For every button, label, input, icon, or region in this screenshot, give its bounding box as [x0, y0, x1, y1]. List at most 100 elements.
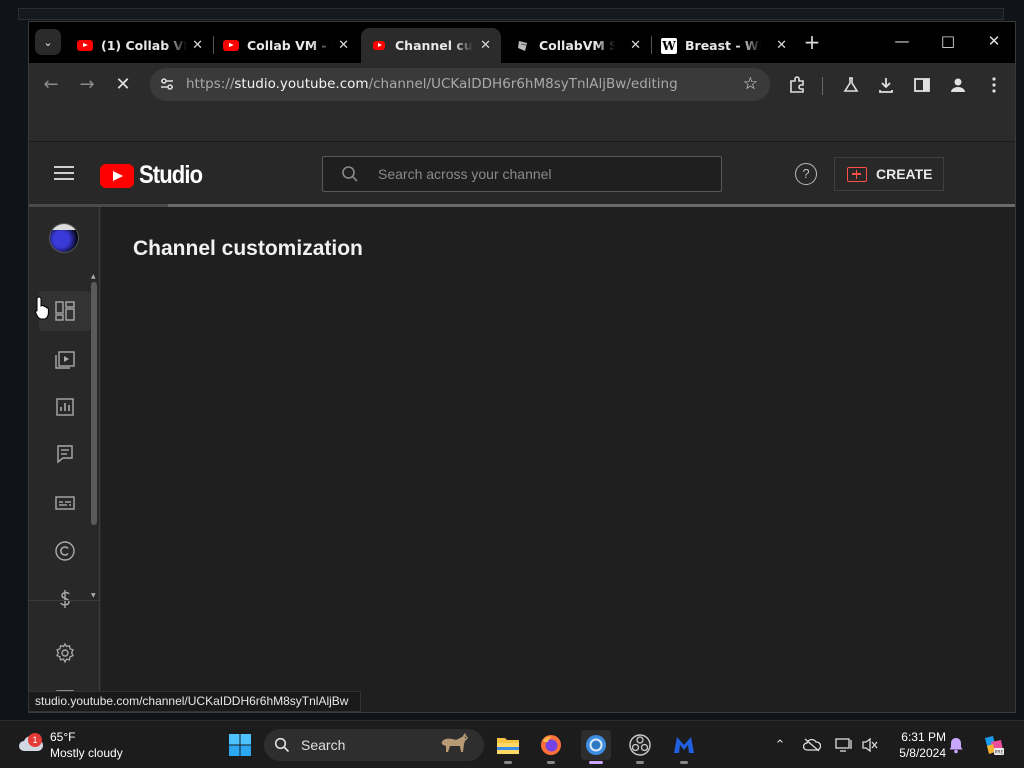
weather-condition: Mostly cloudy — [50, 746, 123, 760]
search-input[interactable] — [378, 163, 708, 185]
folder-icon — [497, 738, 519, 754]
sidebar-scroll-up[interactable]: ▲ — [91, 273, 96, 280]
create-button[interactable]: CREATE — [834, 157, 944, 191]
system-clock[interactable]: 6:31 PM 5/8/2024 — [884, 729, 946, 761]
taskbar-obs[interactable] — [625, 730, 655, 764]
tab-collab-vm-youtube[interactable]: Collab VM - YouTube ✕ — [213, 28, 359, 63]
sidebar-item-copyright[interactable] — [39, 531, 91, 571]
stop-icon: ✕ — [115, 74, 131, 95]
sidebar-item-settings[interactable] — [39, 633, 91, 673]
windows-taskbar: 1 65°F Mostly cloudy Search ⌃ 6:31 PM 5/… — [0, 720, 1024, 768]
toolbar-divider — [822, 77, 823, 95]
tab-wikipedia[interactable]: W Breast - Wikipedia ✕ — [651, 28, 797, 63]
wikipedia-icon: W — [661, 37, 677, 54]
bookmark-star-icon[interactable]: ☆ — [743, 74, 758, 94]
hand-cursor-icon — [35, 296, 49, 320]
tab-channel-customization[interactable]: Channel customization ✕ — [361, 28, 501, 63]
close-window-button[interactable]: ✕ — [979, 32, 1009, 52]
browser-toolbar: ← → ✕ https://studio.youtube.com/channel… — [29, 63, 1015, 106]
channel-avatar[interactable] — [49, 223, 79, 253]
close-icon[interactable]: ✕ — [192, 38, 203, 53]
comments-icon — [57, 445, 73, 464]
obs-icon — [629, 734, 651, 756]
studio-header: Studio ? CREATE — [29, 142, 1015, 204]
channel-search-box[interactable] — [322, 156, 722, 192]
weather-alert-badge: 1 — [28, 733, 42, 747]
sidebar-item-earn[interactable] — [39, 579, 91, 619]
clock-date: 5/8/2024 — [899, 746, 946, 760]
volume-muted-icon[interactable] — [860, 735, 880, 755]
help-icon[interactable]: ? — [795, 163, 817, 185]
onedrive-offline-icon[interactable] — [802, 735, 822, 755]
earn-icon — [60, 590, 70, 608]
settings-icon — [56, 642, 74, 664]
minimize-button[interactable]: — — [887, 32, 917, 52]
stop-button[interactable]: ✕ — [112, 74, 134, 96]
hamburger-menu-icon[interactable] — [54, 166, 74, 180]
page-title: Channel customization — [133, 237, 363, 260]
url-text: https://studio.youtube.com/channel/UCKaI… — [186, 76, 678, 92]
notification-bell-icon[interactable] — [946, 735, 966, 755]
link-status-tooltip: studio.youtube.com/channel/UCKaIDDH6r6hM… — [28, 691, 362, 712]
youtube-icon — [223, 38, 239, 54]
sidebar-item-analytics[interactable] — [39, 387, 91, 427]
forward-button[interactable]: → — [76, 74, 98, 96]
copyright-icon — [55, 541, 75, 561]
close-icon[interactable]: ✕ — [776, 38, 787, 53]
close-icon: ✕ — [987, 32, 1001, 50]
windows-start-icon[interactable] — [228, 733, 252, 757]
tray-overflow-chevron-up-icon[interactable]: ⌃ — [770, 735, 790, 755]
dashboard-icon — [55, 301, 75, 321]
taskbar-search[interactable]: Search — [264, 729, 484, 761]
menu-kebab-icon[interactable] — [983, 74, 1005, 96]
sidebar-item-comments[interactable] — [39, 434, 91, 474]
site-settings-icon[interactable] — [159, 76, 175, 92]
download-icon[interactable] — [875, 74, 897, 96]
sidebar-scroll-down[interactable]: ▼ — [91, 592, 96, 599]
profile-icon[interactable] — [947, 74, 969, 96]
subtitles-icon — [55, 496, 75, 510]
network-display-icon[interactable] — [834, 735, 854, 755]
weather-temperature: 65°F — [50, 730, 76, 744]
weather-widget[interactable]: 1 65°F Mostly cloudy — [16, 730, 216, 760]
maximize-button[interactable]: □ — [933, 32, 963, 52]
collabvm-icon — [515, 38, 531, 54]
tab-collabvm-search[interactable]: CollabVM Search ✕ — [505, 28, 651, 63]
taskbar-chrome[interactable] — [581, 730, 611, 764]
studio-logo[interactable]: Studio — [100, 161, 211, 190]
taskbar-firefox[interactable] — [536, 730, 566, 764]
sidebar-item-subtitles[interactable] — [39, 483, 91, 523]
new-tab-button[interactable]: + — [801, 32, 823, 54]
clock-time: 6:31 PM — [901, 730, 946, 744]
youtube-icon — [77, 38, 93, 54]
arrow-left-icon: ← — [43, 74, 59, 95]
close-icon[interactable]: ✕ — [338, 38, 349, 53]
bookmarks-bar — [29, 106, 1015, 142]
tab-search-button[interactable]: ⌄ — [35, 29, 61, 55]
close-icon[interactable]: ✕ — [480, 38, 491, 53]
studio-page: Studio ? CREATE ▲ ▼ — [29, 142, 1015, 712]
side-panel-icon[interactable] — [911, 74, 933, 96]
taskbar-file-explorer[interactable] — [493, 730, 523, 764]
plus-icon: + — [803, 30, 821, 54]
malwarebytes-icon — [674, 737, 694, 753]
taskbar-malwarebytes[interactable] — [669, 730, 699, 764]
search-highlight-horse-icon — [441, 733, 468, 752]
tab-collab-vm-1[interactable]: (1) Collab VM ✕ — [67, 28, 213, 63]
copilot-preview-icon[interactable]: PRE — [980, 735, 1006, 756]
sidebar-item-content[interactable] — [39, 339, 91, 379]
sidebar-scrollbar[interactable] — [91, 282, 97, 525]
back-button[interactable]: ← — [40, 74, 62, 96]
tab-strip: ⌄ (1) Collab VM ✕ Collab VM - YouTube ✕ … — [29, 22, 1015, 63]
analytics-icon — [56, 398, 74, 416]
close-icon[interactable]: ✕ — [630, 38, 641, 53]
maximize-icon: □ — [940, 32, 956, 50]
labs-flask-icon[interactable] — [840, 74, 862, 96]
extensions-icon[interactable] — [786, 74, 808, 96]
chevron-down-icon: ⌄ — [43, 35, 53, 49]
youtube-logo-icon — [100, 163, 134, 188]
address-bar[interactable]: https://studio.youtube.com/channel/UCKaI… — [150, 68, 770, 101]
firefox-icon — [541, 735, 561, 755]
youtube-studio-icon — [371, 38, 387, 54]
background-window — [18, 8, 1004, 20]
